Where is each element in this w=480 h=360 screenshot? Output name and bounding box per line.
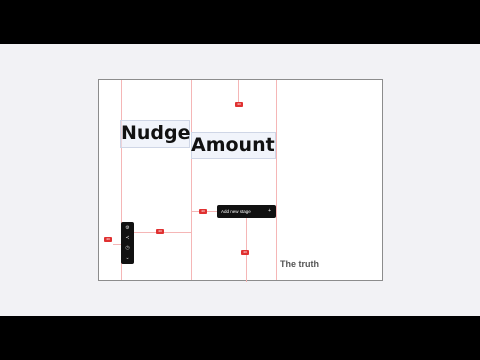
guide-line bbox=[191, 80, 192, 280]
the-truth-text: The truth bbox=[280, 259, 319, 269]
guide-line bbox=[246, 214, 247, 282]
spacing-tag: 40 bbox=[104, 237, 112, 242]
video-stage: 40 40 40 40 40 Nudge Amount Add new stag… bbox=[0, 44, 480, 316]
word-amount[interactable]: Amount bbox=[191, 133, 275, 157]
guide-line bbox=[276, 80, 277, 280]
vertical-toolbar: ⚙ ≺ ◷ ⌄ bbox=[121, 222, 134, 264]
spacing-tag: 40 bbox=[241, 250, 249, 255]
chevron-down-icon[interactable]: ⌄ bbox=[121, 255, 134, 261]
guide-line bbox=[113, 244, 121, 245]
add-new-stage-label: Add new stage bbox=[221, 209, 251, 214]
spacing-tag: 40 bbox=[199, 209, 207, 214]
gear-icon[interactable]: ⚙ bbox=[121, 225, 134, 231]
clock-icon[interactable]: ◷ bbox=[121, 245, 134, 251]
add-new-stage-button[interactable]: Add new stage + bbox=[217, 205, 276, 218]
spacing-tag: 40 bbox=[156, 229, 164, 234]
share-icon[interactable]: ≺ bbox=[121, 235, 134, 241]
word-nudge[interactable]: Nudge bbox=[121, 121, 191, 145]
spacing-tag: 40 bbox=[235, 102, 243, 107]
plus-icon: + bbox=[268, 208, 271, 214]
